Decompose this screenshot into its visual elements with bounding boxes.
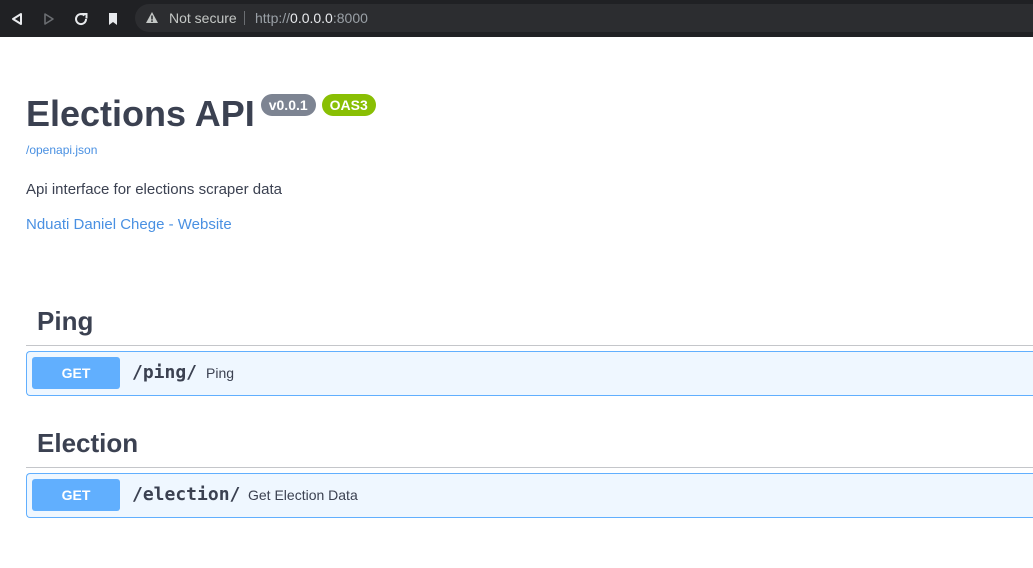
- api-title-row: Elections API v0.0.1 OAS3: [26, 92, 376, 136]
- openapi-spec-link[interactable]: /openapi.json: [26, 143, 97, 157]
- operation-path: /election/: [132, 484, 241, 505]
- url-scheme: http://: [255, 10, 291, 26]
- operation-summary: Get Election Data: [248, 487, 358, 503]
- tag-title: Ping: [37, 306, 94, 336]
- forward-icon: [44, 12, 54, 25]
- bookmark-icon: [109, 12, 117, 25]
- address-divider: [244, 11, 245, 25]
- back-icon: [12, 12, 22, 25]
- bookmark-button[interactable]: [97, 0, 129, 37]
- api-description: Api interface for elections scraper data: [26, 181, 282, 198]
- browser-toolbar: Not secure http://0.0.0.0:8000: [0, 0, 1033, 37]
- back-button[interactable]: [1, 0, 33, 37]
- tag-title: Election: [37, 428, 139, 458]
- oas-badge: OAS3: [321, 94, 376, 116]
- contact-website-link[interactable]: Nduati Daniel Chege - Website: [26, 216, 232, 234]
- tag-header-ping[interactable]: Ping: [26, 301, 1033, 346]
- url-text[interactable]: http://0.0.0.0:8000: [255, 10, 368, 26]
- operation-summary: Ping: [206, 365, 235, 381]
- version-badge: v0.0.1: [260, 94, 316, 116]
- method-badge: GET: [32, 479, 120, 511]
- reload-button[interactable]: [65, 0, 97, 37]
- page-title: Elections API: [26, 93, 255, 134]
- address-bar[interactable]: Not secure http://0.0.0.0:8000: [135, 4, 1033, 32]
- reload-icon: [75, 12, 88, 25]
- url-host: 0.0.0.0: [290, 10, 333, 26]
- forward-button[interactable]: [33, 0, 65, 37]
- security-label[interactable]: Not secure: [169, 10, 237, 26]
- tag-header-election[interactable]: Election: [26, 423, 1033, 468]
- method-badge: GET: [32, 357, 120, 389]
- url-port: :8000: [332, 10, 368, 26]
- operation-get-election[interactable]: GET /election/ Get Election Data: [26, 473, 1033, 518]
- operation-path: /ping/: [132, 362, 198, 383]
- warning-icon[interactable]: [145, 11, 159, 24]
- operation-get-ping[interactable]: GET /ping/ Ping: [26, 351, 1033, 396]
